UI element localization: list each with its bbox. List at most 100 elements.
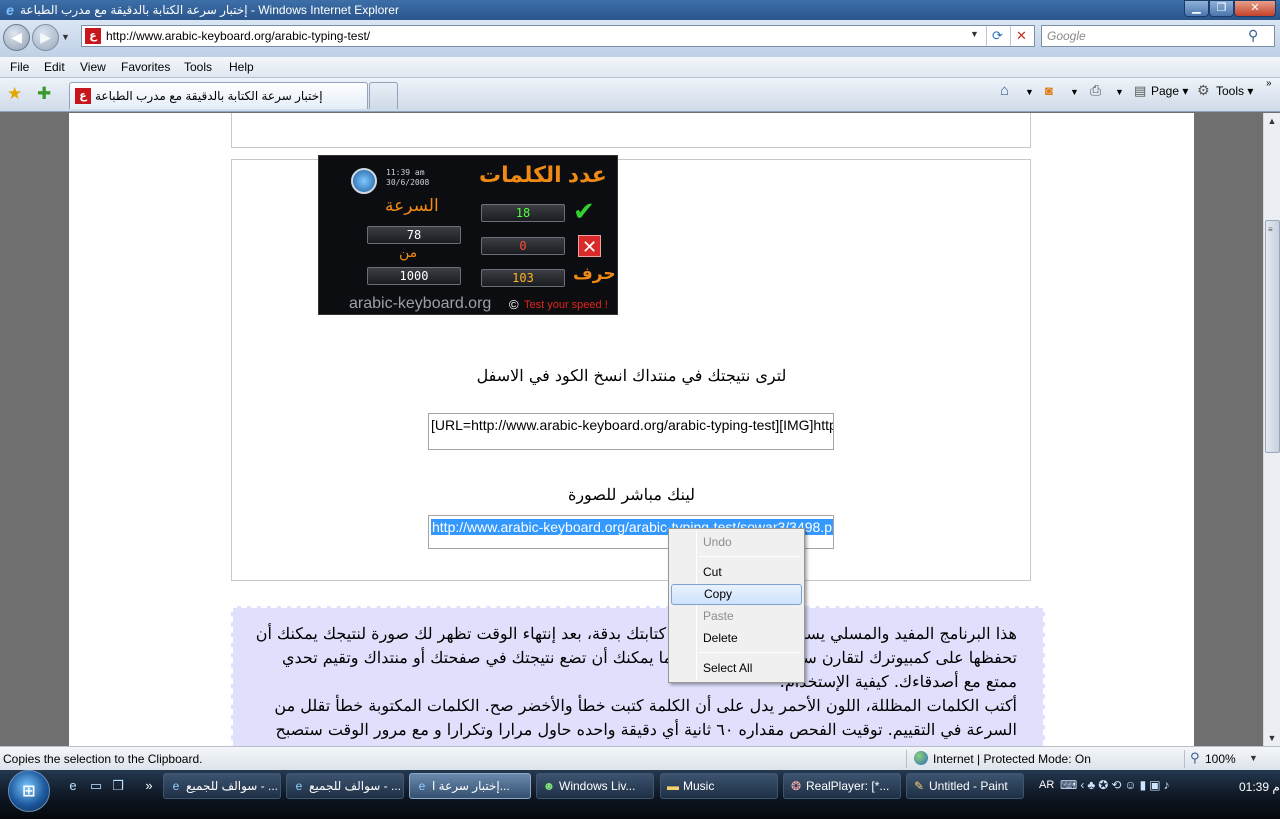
context-paste[interactable]: Paste: [671, 606, 802, 627]
system-clock[interactable]: 01:39 م: [1239, 780, 1280, 794]
tray-icons[interactable]: ⌨‹♣✪⟲☺▮▣♪: [1060, 778, 1173, 792]
chevron-down-icon: ▼: [61, 32, 70, 42]
taskbar-button-label: Windows Liv...: [559, 779, 636, 793]
menu-tools[interactable]: Tools: [184, 59, 212, 75]
site-favicon-icon: ع: [85, 28, 101, 44]
maximize-button[interactable]: ❐: [1209, 0, 1234, 17]
ie-icon: e: [418, 779, 426, 793]
forward-button[interactable]: ▶: [32, 24, 59, 51]
volume-icon[interactable]: ♪: [1164, 778, 1173, 792]
menu-help[interactable]: Help: [229, 59, 254, 75]
tab-typing-test[interactable]: ع إختبار سرعة الكتابة بالدقيقة مع مدرب ا…: [69, 82, 368, 109]
address-url[interactable]: http://www.arabic-keyboard.org/arabic-ty…: [106, 29, 370, 43]
start-button[interactable]: ⊞: [8, 770, 50, 812]
ie-quicklaunch-icon[interactable]: e: [64, 777, 82, 795]
letters-value: 103: [481, 269, 565, 287]
feeds-icon[interactable]: ◙: [1045, 83, 1053, 98]
refresh-button[interactable]: ⟳: [986, 26, 1008, 46]
print-icon[interactable]: ⎙: [1090, 82, 1101, 99]
search-icon[interactable]: ⚲: [1248, 27, 1258, 44]
page-icon: ▤: [1134, 83, 1147, 98]
recent-pages-dropdown[interactable]: ▼: [61, 30, 71, 44]
site-favicon-icon: ع: [75, 88, 91, 104]
messenger-tray-icon[interactable]: ☺: [1124, 778, 1139, 792]
chevron-down-icon: ▼: [1115, 87, 1124, 97]
menu-view[interactable]: View: [80, 59, 106, 75]
of-label: من: [399, 244, 418, 260]
scroll-grip-icon: ≡: [1268, 225, 1273, 234]
add-favorite-icon[interactable]: ✚: [37, 84, 51, 104]
page-menu-button[interactable]: Page ▾: [1151, 84, 1188, 98]
context-copy[interactable]: Copy: [671, 584, 802, 605]
context-separator: [699, 556, 800, 557]
home-icon[interactable]: ⌂: [1000, 82, 1009, 99]
new-tab-button[interactable]: [369, 82, 398, 109]
network-icon[interactable]: ♣: [1087, 778, 1098, 792]
vertical-scrollbar[interactable]: ▲ ≡ ▼: [1263, 113, 1280, 746]
chevron-down-icon: ▼: [1025, 87, 1034, 97]
copyright-symbol: ©: [509, 297, 519, 312]
favorites-star-icon[interactable]: ★: [7, 84, 22, 104]
context-separator: [699, 652, 800, 653]
taskbar-button[interactable]: ▬ Music: [660, 773, 778, 799]
stop-button[interactable]: ✕: [1010, 26, 1032, 46]
ie-icon: e: [172, 779, 180, 793]
context-delete[interactable]: Delete: [671, 628, 802, 649]
globe-icon: [914, 751, 928, 765]
forum-code-textbox[interactable]: [URL=http://www.arabic-keyboard.org/arab…: [428, 413, 834, 450]
quicklaunch-more-icon[interactable]: »: [140, 777, 158, 795]
zoom-level[interactable]: 100%: [1205, 752, 1236, 766]
scroll-down-arrow-icon[interactable]: ▼: [1264, 730, 1280, 746]
taskbar-button[interactable]: ☻ Windows Liv...: [536, 773, 654, 799]
address-field[interactable]: ع http://www.arabic-keyboard.org/arabic-…: [81, 25, 1035, 47]
status-divider: [906, 750, 907, 768]
status-divider: [1184, 750, 1185, 768]
zoom-dropdown[interactable]: ▼: [1249, 753, 1258, 763]
keyboard-icon[interactable]: ⌨: [1060, 778, 1080, 792]
taskbar-button[interactable]: e سوالف للجميع - ...: [163, 773, 281, 799]
sync-icon[interactable]: ⟲: [1111, 778, 1124, 792]
description-line: أكتب الكلمات المظللة، اللون الأحمر يدل ع…: [274, 696, 1017, 715]
home-dropdown[interactable]: ▼: [1025, 87, 1034, 97]
description-line: ممتع مع أصدقاءك. كيفية الإستخدام:: [779, 672, 1017, 691]
security-zone[interactable]: Internet | Protected Mode: On: [933, 752, 1091, 766]
menu-file[interactable]: File: [10, 59, 29, 75]
taskbar-button-active[interactable]: e إختبار سرعة ا...: [409, 773, 531, 799]
words-count-label: عدد الكلمات: [479, 162, 607, 187]
taskbar-button-label: إختبار سرعة ا...: [432, 779, 510, 793]
address-dropdown[interactable]: ▼: [970, 29, 979, 39]
antivirus-icon[interactable]: ✪: [1098, 778, 1111, 792]
search-field[interactable]: Google ⚲: [1041, 25, 1275, 47]
back-button[interactable]: ◀: [3, 24, 30, 51]
scroll-up-arrow-icon[interactable]: ▲: [1264, 113, 1280, 129]
system-tray: AR ⌨‹♣✪⟲☺▮▣♪ 01:39 م: [1034, 773, 1280, 801]
print-dropdown[interactable]: ▼: [1115, 87, 1124, 97]
context-undo[interactable]: Undo: [671, 532, 802, 553]
show-desktop-icon[interactable]: ▭: [87, 777, 105, 795]
checkmark-icon: ✔: [573, 196, 595, 226]
scrollbar-thumb[interactable]: [1265, 220, 1280, 453]
taskbar-button-label: Music: [683, 779, 715, 793]
window-titlebar[interactable]: e إختبار سرعة الكتابة بالدقيقة مع مدرب ا…: [0, 0, 1280, 20]
minimize-button[interactable]: ▁: [1184, 0, 1209, 17]
taskbar-button[interactable]: ✎ Untitled - Paint: [906, 773, 1024, 799]
chevron-more-icon[interactable]: »: [1266, 78, 1272, 89]
menu-edit[interactable]: Edit: [44, 59, 65, 75]
typing-result-image: 11:39 am 30/6/2008 عدد الكلمات السرعة 78…: [318, 155, 618, 315]
feeds-dropdown[interactable]: ▼: [1070, 87, 1079, 97]
ie-icon: e: [6, 2, 14, 18]
battery-icon[interactable]: ▮: [1140, 778, 1150, 792]
taskbar-button[interactable]: e سوالف للجميع - ...: [286, 773, 404, 799]
monitor-icon[interactable]: ▣: [1149, 778, 1163, 792]
menu-favorites[interactable]: Favorites: [121, 59, 170, 75]
zoom-icon: ⚲: [1190, 750, 1200, 765]
context-cut[interactable]: Cut: [671, 562, 802, 583]
arrow-left-icon: ◀: [11, 29, 22, 45]
messenger-icon: ☻: [542, 779, 556, 793]
close-button[interactable]: ✕: [1234, 0, 1276, 17]
language-indicator[interactable]: AR: [1039, 779, 1054, 791]
taskbar-button[interactable]: ❂ RealPlayer: [*...: [783, 773, 901, 799]
switch-windows-icon[interactable]: ❒: [109, 777, 127, 795]
tools-menu-button[interactable]: Tools ▾: [1216, 84, 1253, 98]
context-select-all[interactable]: Select All: [671, 658, 802, 679]
